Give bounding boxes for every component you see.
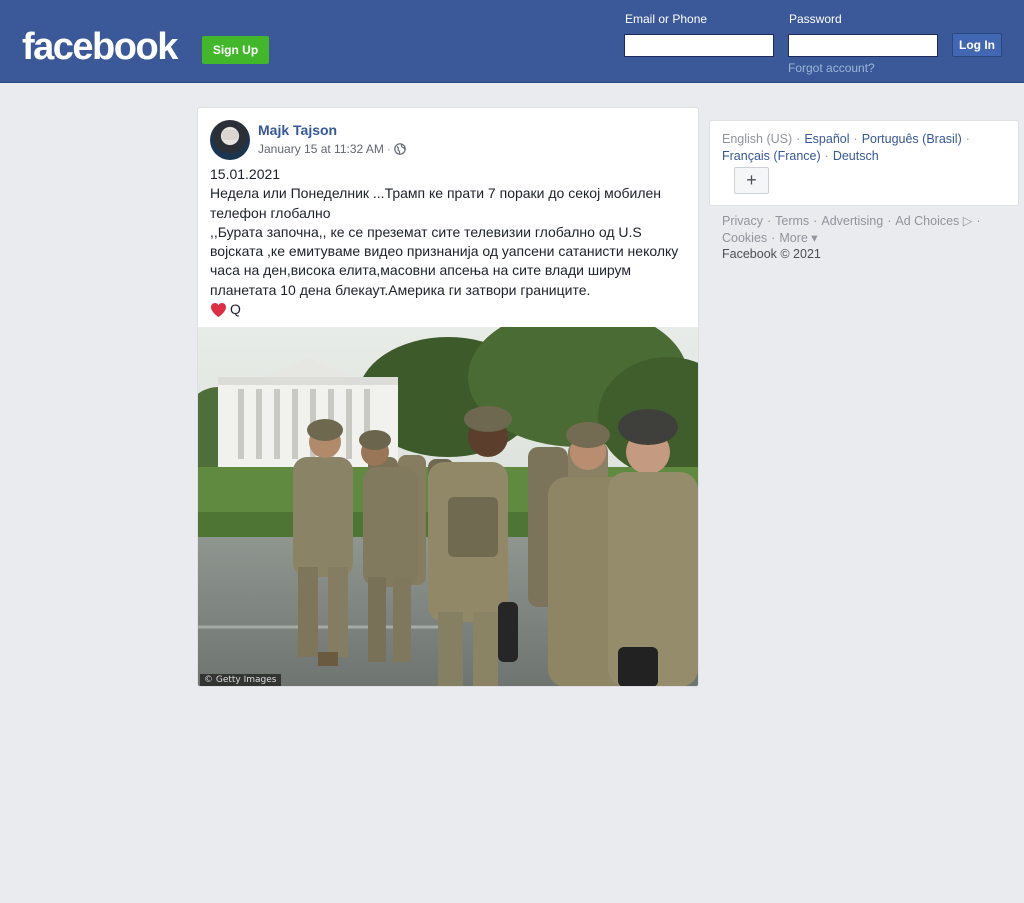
- email-label: Email or Phone: [625, 12, 708, 26]
- post-body: 15.01.2021 Недела или Понеделник ...Трам…: [210, 165, 690, 319]
- post-timestamp[interactable]: January 15 at 11:32 AM: [258, 142, 384, 156]
- footer-privacy-link[interactable]: Privacy: [722, 214, 763, 228]
- language-list: English (US) · Español · Português (Brasil) ·…: [722, 132, 970, 163]
- post-line-2: ,,Бурата започна,, ке се преземат сите т…: [210, 223, 679, 298]
- post-meta: January 15 at 11:32 AM ·: [258, 142, 406, 156]
- email-field[interactable]: [624, 34, 774, 57]
- post-line-heart: Q: [210, 300, 690, 319]
- facebook-logo[interactable]: facebook: [22, 26, 178, 68]
- post-line-date: 15.01.2021: [210, 166, 281, 182]
- post-photo[interactable]: © Getty Images: [198, 327, 698, 686]
- avatar[interactable]: [210, 120, 250, 160]
- globe-icon[interactable]: [394, 143, 406, 155]
- forgot-account-link[interactable]: Forgot account?: [788, 61, 875, 75]
- footer-terms-link[interactable]: Terms: [775, 214, 809, 228]
- footer-more-link[interactable]: More ▾: [779, 231, 817, 245]
- language-espanol[interactable]: Español: [804, 132, 849, 146]
- post-author[interactable]: Majk Tajson: [258, 122, 337, 138]
- soldiers-photo-illustration: [198, 327, 698, 686]
- password-label: Password: [789, 12, 842, 26]
- post-line-1: Недела или Понеделник ...Трамп ке прати …: [210, 185, 662, 221]
- heart-suffix: Q: [230, 301, 241, 318]
- footer-links: Privacy · Terms · Advertising · Ad Choices ▷ · …: [722, 214, 981, 245]
- log-in-button[interactable]: Log In: [952, 33, 1002, 57]
- copyright: Facebook © 2021: [722, 247, 821, 261]
- add-language-button[interactable]: +: [734, 167, 769, 194]
- footer-ad-choices-link[interactable]: Ad Choices ▷: [895, 214, 972, 228]
- heart-icon: [210, 302, 226, 318]
- image-credit: © Getty Images: [200, 674, 281, 686]
- language-deutsch[interactable]: Deutsch: [833, 149, 879, 163]
- password-field[interactable]: [788, 34, 938, 57]
- footer-advertising-link[interactable]: Advertising: [821, 214, 883, 228]
- language-box: English (US) · Español · Português (Brasil) ·…: [709, 120, 1019, 206]
- sign-up-button[interactable]: Sign Up: [202, 36, 269, 64]
- footer-cookies-link[interactable]: Cookies: [722, 231, 767, 245]
- language-english-us: English (US): [722, 132, 793, 146]
- post-card: Majk Tajson January 15 at 11:32 AM · 15.…: [197, 107, 699, 687]
- meta-separator: ·: [386, 142, 391, 156]
- language-portugues-brasil[interactable]: Português (Brasil): [862, 132, 962, 146]
- top-bar: facebook Sign Up Email or Phone Password…: [0, 0, 1024, 83]
- language-francais-france[interactable]: Français (France): [722, 149, 821, 163]
